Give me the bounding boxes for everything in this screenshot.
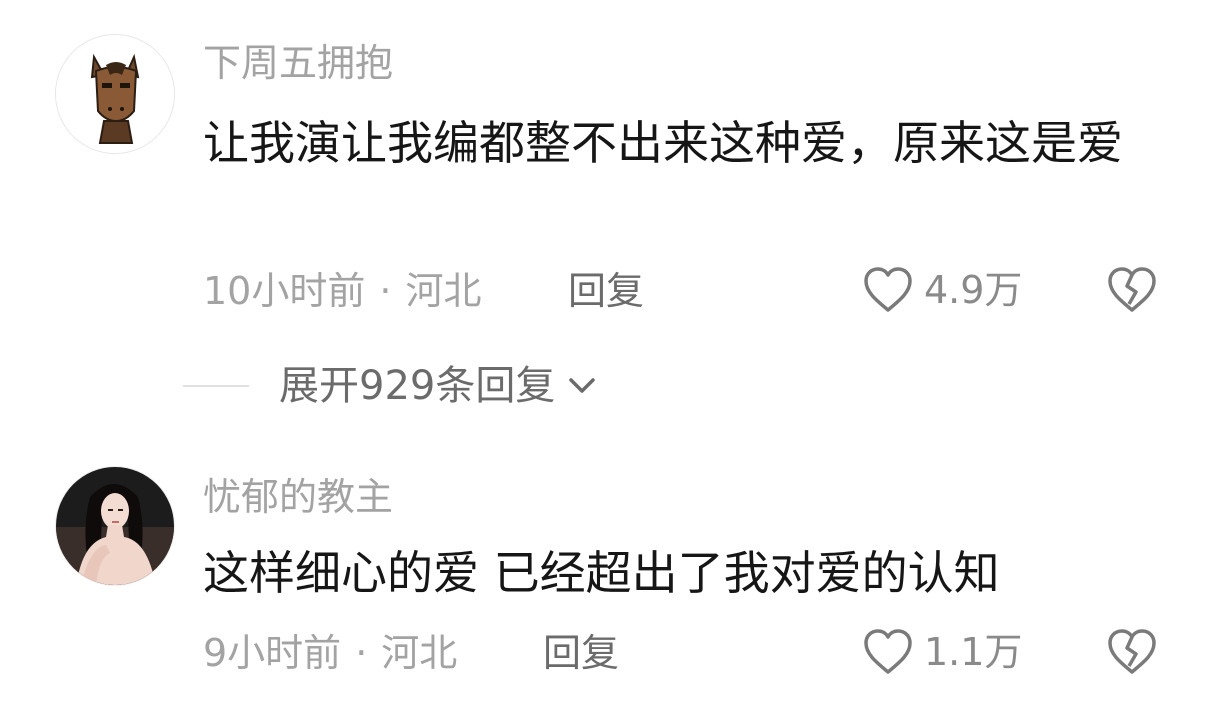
horse-avatar-icon — [56, 35, 174, 153]
reply-button[interactable]: 回复 — [543, 630, 619, 676]
meta-separator: · — [355, 631, 368, 675]
comment-item: 忧郁的教主 这样细心的爱 已经超出了我对爱的认知 9小时前 · 河北 回复 1.1万 — [0, 440, 1224, 701]
expand-replies-button[interactable]: 展开929条回复 — [183, 362, 599, 410]
dislike-button[interactable] — [1106, 628, 1158, 680]
username[interactable]: 忧郁的教主 — [203, 474, 393, 520]
like-button[interactable]: 4.9万 — [862, 266, 1022, 314]
timestamp: 9小时前 — [203, 631, 342, 675]
portrait-avatar-icon — [56, 467, 174, 585]
like-count: 4.9万 — [924, 268, 1023, 312]
like-count: 1.1万 — [924, 630, 1023, 674]
avatar[interactable] — [55, 466, 175, 586]
comment-text: 这样细心的爱 已经超出了我对爱的认知 — [203, 546, 1000, 600]
username[interactable]: 下周五拥抱 — [203, 40, 393, 86]
comment-meta: 10小时前 · 河北 — [203, 268, 481, 314]
expand-replies-label: 展开929条回复 — [279, 363, 556, 409]
location: 河北 — [405, 269, 482, 313]
divider-line — [183, 385, 249, 387]
timestamp: 10小时前 — [203, 269, 366, 313]
like-button[interactable]: 1.1万 — [862, 628, 1022, 676]
comment-item: 下周五拥抱 让我演让我编都整不出来这种爱，原来这是爱 10小时前 · 河北 回复 4… — [0, 0, 1224, 340]
chevron-down-icon — [569, 378, 596, 393]
reply-button[interactable]: 回复 — [568, 268, 644, 314]
broken-heart-icon — [1108, 267, 1156, 312]
dislike-button[interactable] — [1106, 266, 1158, 318]
avatar[interactable] — [55, 34, 175, 154]
location: 河北 — [381, 631, 458, 675]
heart-outline-icon — [864, 267, 912, 312]
comment-meta: 9小时前 · 河北 — [203, 630, 457, 676]
comment-text: 让我演让我编都整不出来这种爱，原来这是爱 — [203, 116, 1123, 170]
broken-heart-icon — [1108, 629, 1156, 674]
heart-outline-icon — [864, 629, 912, 674]
meta-separator: · — [379, 269, 392, 313]
